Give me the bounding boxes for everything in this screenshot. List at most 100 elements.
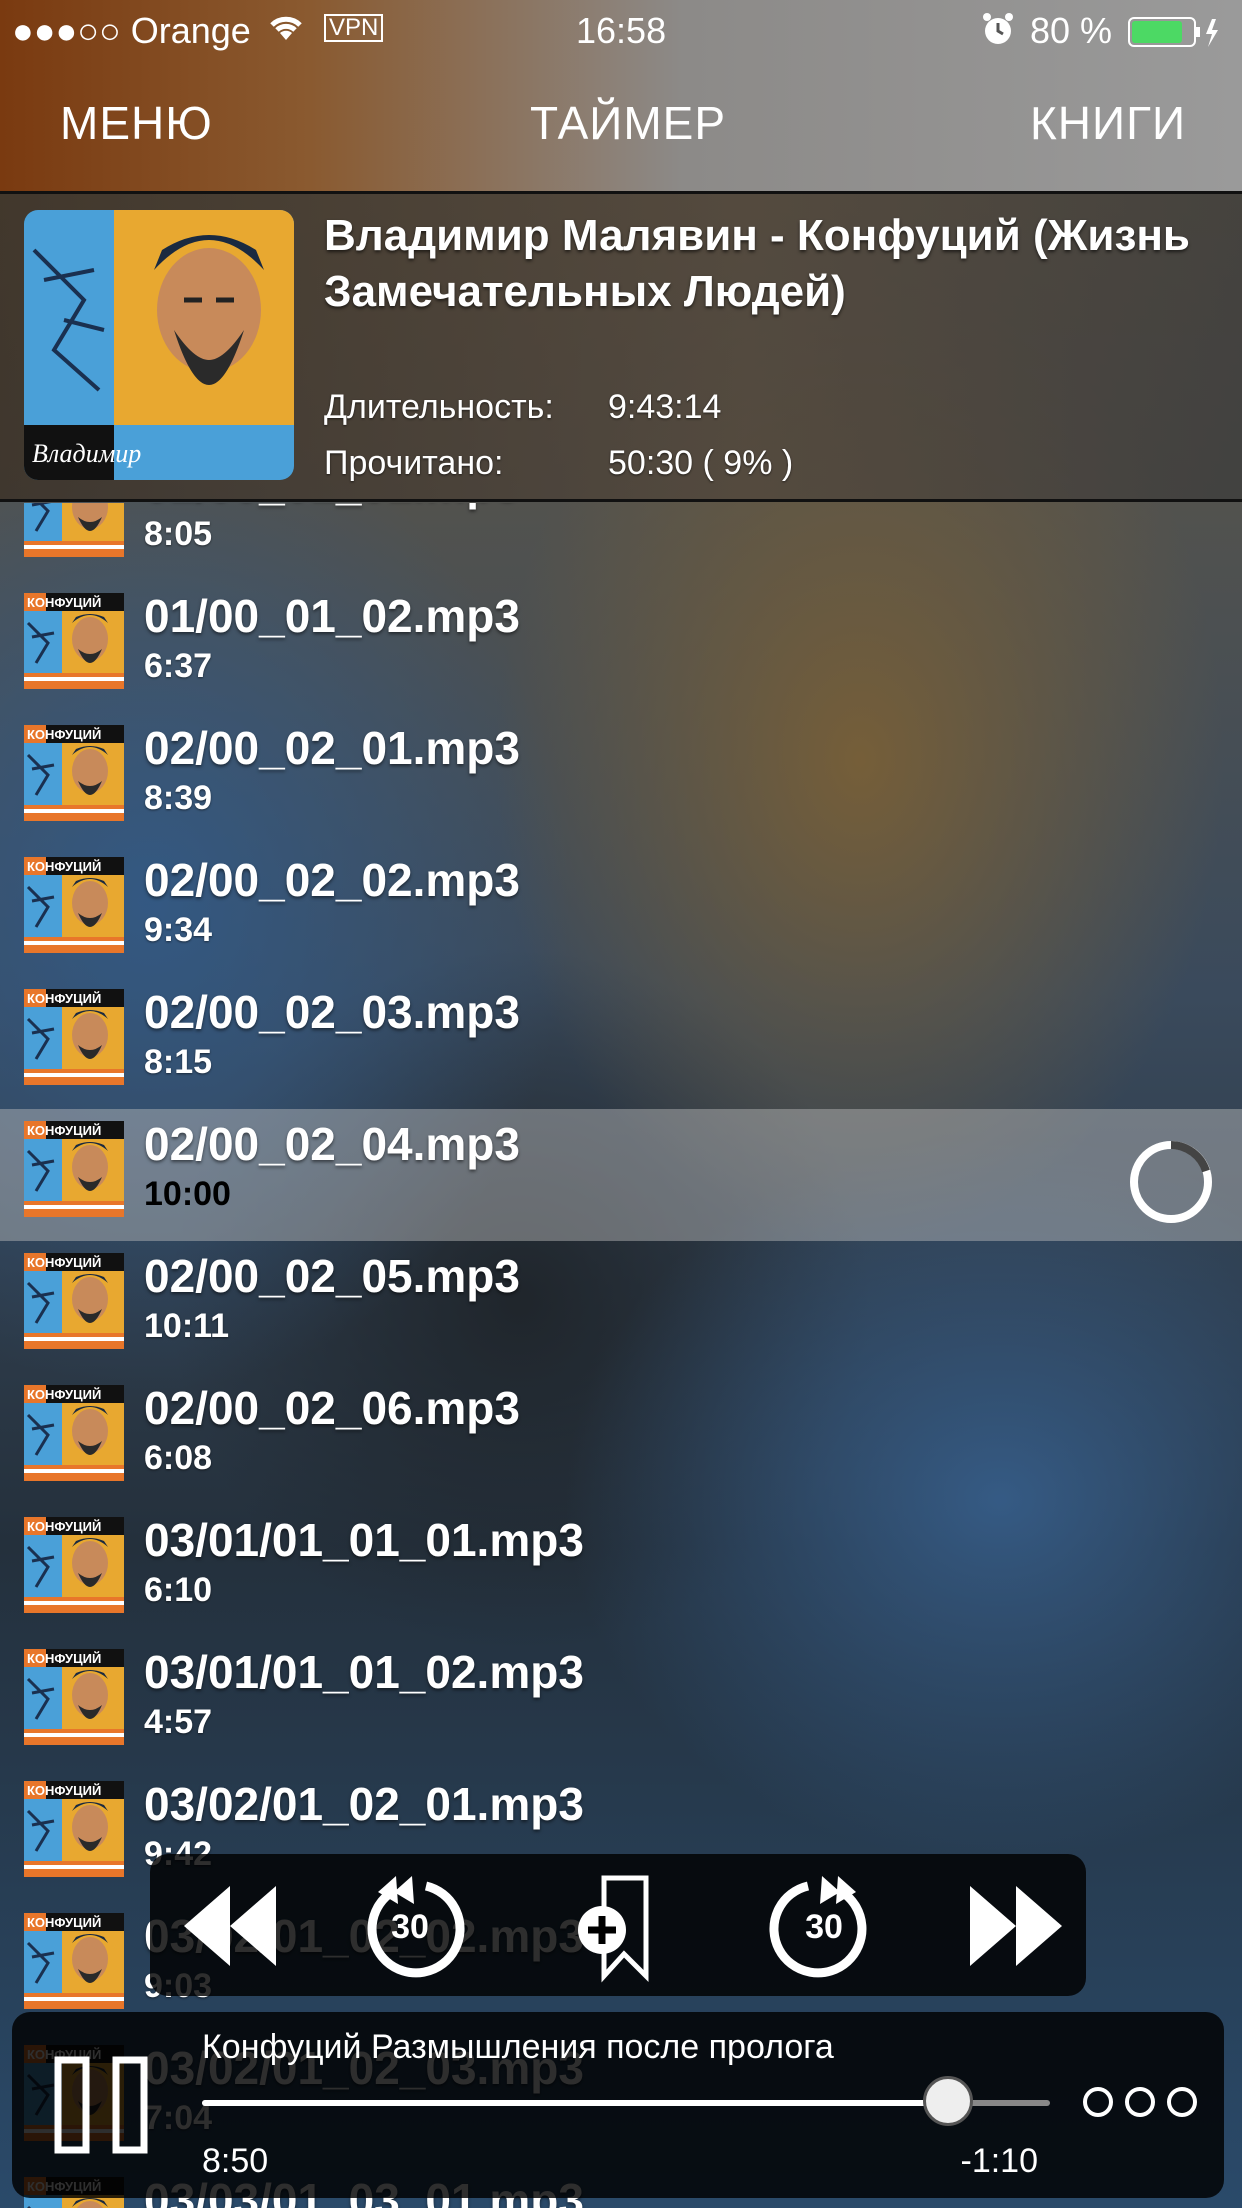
top-bar: ●●●○○ Orange VPN 16:58 80 % МЕНЮ ТАЙМЕР … [0,0,1242,192]
track-duration: 6:10 [144,1571,213,1609]
battery-percent: 80 % [1030,10,1113,51]
skip-forward-seconds: 30 [805,1908,843,1946]
track-row[interactable]: КОНФУЦИЙ 03/01/01_01_02.mp3 4:57 [0,1637,1242,1769]
menu-button[interactable]: МЕНЮ [60,96,213,150]
track-duration: 9:34 [144,911,213,949]
track-duration: 8:39 [144,779,213,817]
thumb-label: КОНФУЦИЙ [27,1387,101,1402]
read-value: 50:30 ( 9% ) [608,444,794,482]
track-name: 02/00_02_06.mp3 [144,1382,520,1434]
skip-back-seconds: 30 [391,1908,429,1946]
thumb-label: КОНФУЦИЙ [27,859,101,874]
thumb-label: КОНФУЦИЙ [27,1123,101,1138]
elapsed-time: 8:50 [202,2142,269,2180]
track-duration: 6:08 [144,1439,213,1477]
track-duration: 10:11 [144,1307,230,1345]
track-thumbnail: КОНФУЦИЙ [24,1385,124,1481]
track-name: 02/00_02_03.mp3 [144,986,520,1038]
pause-icon [54,2056,148,2154]
read-label: Прочитано: [324,444,504,482]
track-name: 03/01/01_01_02.mp3 [144,1646,584,1698]
track-row[interactable]: КОНФУЦИЙ 02/00_02_06.mp3 6:08 [0,1373,1242,1505]
skip-back-30-button[interactable]: 30 [352,1868,468,1984]
thumb-label: КОНФУЦИЙ [27,1783,101,1798]
thumb-label: КОНФУЦИЙ [27,991,101,1006]
more-icon [1083,2087,1197,2117]
add-bookmark-button[interactable] [560,1868,676,1984]
mini-player: Конфуций Размышления после пролога 8:50 … [12,2012,1224,2198]
track-row[interactable]: КОНФУЦИЙ 01/00_01_02.mp3 6:37 [0,581,1242,713]
track-thumbnail: КОНФУЦИЙ [24,503,124,557]
skip-back-icon: 30 [367,1876,465,1978]
rewind-icon [184,1886,276,1966]
alarm-icon [982,12,1014,55]
track-row[interactable]: КОНФУЦИЙ 02/00_02_01.mp3 8:39 [0,713,1242,845]
track-duration: 8:15 [144,1043,213,1081]
skip-forward-icon: 30 [769,1876,867,1978]
track-row[interactable]: КОНФУЦИЙ 02/00_02_04.mp3 10:00 [0,1109,1242,1241]
skip-forward-30-button[interactable]: 30 [766,1868,882,1984]
thumb-label: КОНФУЦИЙ [27,595,101,610]
clock: 16:58 [576,10,667,51]
book-title: Владимир Малявин - Конфуций (Жизнь Замеч… [324,211,1190,316]
more-options-button[interactable] [1082,2084,1202,2120]
books-button[interactable]: КНИГИ [1030,96,1186,150]
track-row[interactable]: КОНФУЦИЙ 02/00_02_05.mp3 10:11 [0,1241,1242,1373]
thumb-label: КОНФУЦИЙ [27,1651,101,1666]
track-name: 02/00_02_05.mp3 [144,1250,520,1302]
playback-controls: 30 30 [150,1854,1086,1996]
track-row[interactable]: КОНФУЦИЙ 01/00_01_01.mp3 8:05 [0,503,1242,581]
book-cover[interactable]: Владимир [24,210,294,480]
thumb-label: КОНФУЦИЙ [27,727,101,742]
carrier-label: ●●●○○ Orange [12,10,251,51]
track-row[interactable]: КОНФУЦИЙ 02/00_02_03.mp3 8:15 [0,977,1242,1109]
track-duration: 4:57 [144,1703,213,1741]
book-header: Владимир Владимир Малявин - Конфуций (Жи… [0,194,1242,500]
track-thumbnail: КОНФУЦИЙ [24,1121,124,1217]
track-thumbnail: КОНФУЦИЙ [24,1913,124,2009]
pause-button[interactable] [54,2056,150,2154]
thumb-label: КОНФУЦИЙ [27,1255,101,1270]
fast-forward-icon [970,1886,1062,1966]
track-duration: 6:37 [144,647,213,685]
divider [0,499,1242,502]
track-thumbnail: КОНФУЦИЙ [24,593,124,689]
wifi-icon [266,8,306,53]
track-name: 03/02/01_02_01.mp3 [144,1778,584,1830]
previous-track-button[interactable] [172,1868,288,1984]
timer-button[interactable]: ТАЙМЕР [530,96,726,150]
track-name: 02/00_02_01.mp3 [144,722,520,774]
progress-knob[interactable] [923,2076,974,2126]
duration-value: 9:43:14 [608,388,722,426]
status-bar: ●●●○○ Orange VPN 16:58 80 % [0,0,1242,60]
vpn-badge: VPN [324,14,384,42]
thumb-label: КОНФУЦИЙ [27,1915,101,1930]
progress-slider[interactable] [202,2076,1050,2126]
track-name: 03/01/01_01_01.mp3 [144,1514,584,1566]
battery-icon [1128,16,1220,58]
track-row[interactable]: КОНФУЦИЙ 02/00_02_02.mp3 9:34 [0,845,1242,977]
track-duration: 10:00 [144,1175,231,1213]
track-name: 01/00_01_01.mp3 [144,503,520,511]
track-duration: 8:05 [144,515,213,553]
track-thumbnail: КОНФУЦИЙ [24,1253,124,1349]
track-row[interactable]: КОНФУЦИЙ 03/01/01_01_01.mp3 6:10 [0,1505,1242,1637]
thumb-label: КОНФУЦИЙ [27,1519,101,1534]
track-thumbnail: КОНФУЦИЙ [24,725,124,821]
track-thumbnail: КОНФУЦИЙ [24,1517,124,1613]
duration-label: Длительность: [324,388,554,426]
track-name: 02/00_02_02.mp3 [144,854,520,906]
bookmark-plus-icon [578,1875,649,1983]
track-name: 02/00_02_04.mp3 [144,1118,520,1170]
remaining-time: -1:10 [960,2142,1039,2180]
now-playing-title: Конфуций Размышления после пролога [202,2028,834,2066]
progress-fill [202,2100,949,2106]
track-name: 01/00_01_02.mp3 [144,590,520,642]
track-thumbnail: КОНФУЦИЙ [24,1649,124,1745]
track-thumbnail: КОНФУЦИЙ [24,1781,124,1877]
track-thumbnail: КОНФУЦИЙ [24,989,124,1085]
cover-author-text: Владимир [32,439,141,468]
next-track-button[interactable] [958,1868,1074,1984]
track-thumbnail: КОНФУЦИЙ [24,857,124,953]
playing-indicator-icon [1128,1139,1214,1225]
